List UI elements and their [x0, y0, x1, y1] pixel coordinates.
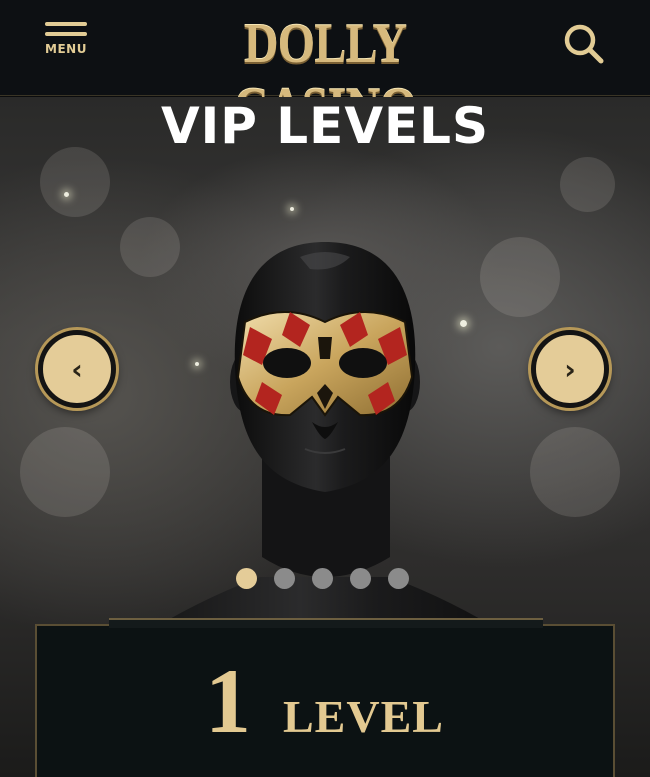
- page-title: VIP LEVELS: [160, 97, 490, 155]
- harlequin-mask: [236, 311, 414, 417]
- carousel-dot-1[interactable]: [236, 568, 257, 589]
- carousel-dot-4[interactable]: [350, 568, 371, 589]
- vip-level-card: 1 LEVEL: [35, 618, 615, 777]
- carousel-dot-2[interactable]: [274, 568, 295, 589]
- carousel-dot-3[interactable]: [312, 568, 333, 589]
- vip-hero-carousel: VIP LEVELS ‹ › 1 LEVEL: [0, 97, 650, 777]
- hamburger-icon-bar: [45, 22, 87, 26]
- search-icon[interactable]: [560, 20, 608, 68]
- carousel-dot-5[interactable]: [388, 568, 409, 589]
- card-top-tab: [109, 618, 543, 628]
- chevron-right-icon: ›: [564, 352, 576, 386]
- hamburger-icon-bar: [45, 32, 87, 36]
- menu-label: MENU: [45, 42, 87, 56]
- carousel-pagination: [236, 568, 409, 589]
- level-label: LEVEL: [283, 691, 444, 742]
- menu-button[interactable]: MENU: [40, 22, 92, 68]
- level-number: 1: [205, 650, 251, 752]
- chevron-left-icon: ‹: [71, 352, 83, 386]
- top-header: MENU DOLLY CASINO: [0, 0, 650, 139]
- carousel-next-button[interactable]: ›: [531, 330, 609, 408]
- carousel-prev-button[interactable]: ‹: [38, 330, 116, 408]
